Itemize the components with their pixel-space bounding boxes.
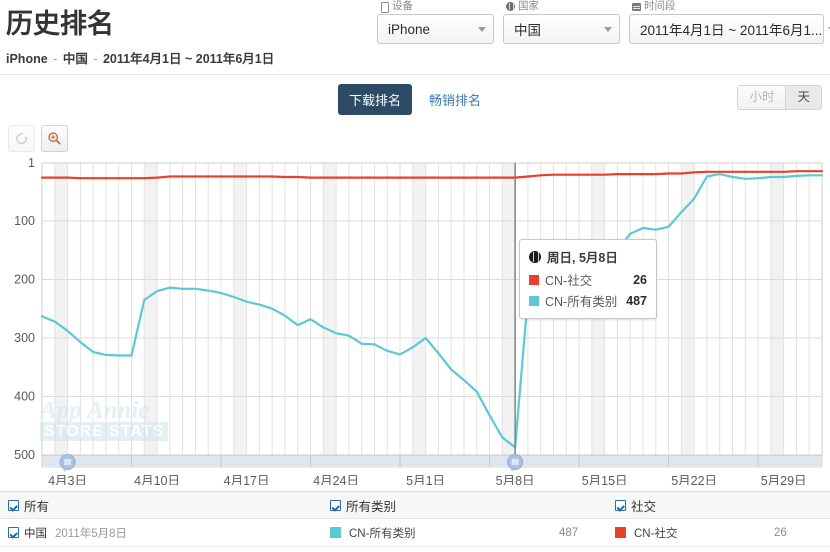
device-select-value: iPhone <box>388 22 430 37</box>
reset-zoom-button[interactable] <box>8 125 35 152</box>
date-range-filter-label: 时间段 <box>632 0 824 12</box>
globe-icon <box>506 2 515 11</box>
subtitle-device: iPhone <box>6 52 48 66</box>
svg-text:4月17日: 4月17日 <box>224 474 270 485</box>
legend-group-all-categories[interactable]: 所有类别 <box>330 496 615 515</box>
tooltip-row: CN-社交 26 <box>529 270 647 289</box>
country-select[interactable]: 中国 <box>503 14 620 44</box>
tab-grossing-rank[interactable]: 畅销排名 <box>418 84 492 115</box>
svg-text:4月24日: 4月24日 <box>313 474 359 485</box>
subtitle-country: 中国 <box>63 52 88 66</box>
subtitle-range: 2011年4月1日 ~ 2011年6月1日 <box>103 52 274 66</box>
legend-series-social: CN-社交 26 <box>615 525 830 541</box>
chart-canvas[interactable]: 1 100 200 300 400 500 4月3日 4月10日 4月17日 4月24日 5月1日 5… <box>0 155 830 485</box>
tooltip-date: 周日, 5月8日 <box>547 247 618 266</box>
chart-legend-table: 所有 所有类别 社交 中国 2011年5月8日 CN-所有类别 487 CN-社… <box>0 491 830 547</box>
tooltip-series-value: 487 <box>626 294 647 308</box>
legend-country-cell[interactable]: 中国 2011年5月8日 <box>0 525 330 541</box>
chevron-down-icon <box>478 27 486 32</box>
svg-text:4月3日: 4月3日 <box>48 474 87 485</box>
chart-tabbar: 下载排名 畅销排名 小时 天 <box>0 74 830 120</box>
svg-text:500: 500 <box>14 448 35 462</box>
svg-text:300: 300 <box>14 331 35 345</box>
legend-series-name: CN-社交 <box>634 525 774 541</box>
legend-header-row: 所有 所有类别 社交 <box>0 491 830 519</box>
country-filter: 国家 中国 <box>503 0 620 44</box>
device-select[interactable]: iPhone <box>377 14 494 44</box>
page-subtitle: iPhone - 中国 - 2011年4月1日 ~ 2011年6月1日 <box>6 48 274 67</box>
tooltip-series-name: CN-社交 <box>545 270 633 289</box>
svg-text:1: 1 <box>28 156 35 170</box>
svg-text:5月29日: 5月29日 <box>761 474 807 485</box>
legend-group-all[interactable]: 所有 <box>0 496 330 515</box>
legend-group-all-categories-label: 所有类别 <box>346 496 396 515</box>
svg-text:400: 400 <box>14 389 35 403</box>
filter-controls: 设备 iPhone 国家 中国 时间段 2011年4月1日 ~ <box>377 0 824 44</box>
country-select-value: 中国 <box>514 19 541 39</box>
tooltip-series-name: CN-所有类别 <box>545 291 626 310</box>
legend-series-name: CN-所有类别 <box>349 525 559 541</box>
checkbox-social[interactable] <box>615 500 626 511</box>
legend-row-date: 2011年5月8日 <box>55 525 127 541</box>
rank-type-tabs: 下载排名 畅销排名 <box>338 84 492 115</box>
svg-text:5月8日: 5月8日 <box>496 474 535 485</box>
legend-country-name: 中国 <box>24 525 47 541</box>
page-header: 历史排名 iPhone - 中国 - 2011年4月1日 ~ 2011年6月1日… <box>0 0 830 74</box>
rank-history-chart[interactable]: 1 100 200 300 400 500 4月3日 4月10日 4月17日 4月24日 5月1日 5… <box>0 155 830 485</box>
subtitle-sep-2: - <box>91 52 99 66</box>
series-color-swatch <box>615 527 626 538</box>
country-label-text: 国家 <box>518 0 539 12</box>
svg-text:5月22日: 5月22日 <box>671 474 717 485</box>
svg-text:5月15日: 5月15日 <box>582 474 628 485</box>
date-range-label-text: 时间段 <box>644 0 676 12</box>
subtitle-sep-1: - <box>51 52 59 66</box>
chart-toolbar <box>8 125 68 152</box>
tab-download-rank[interactable]: 下载排名 <box>338 84 412 115</box>
svg-text:200: 200 <box>14 272 35 286</box>
zoom-in-button[interactable] <box>41 125 68 152</box>
svg-text:4月10日: 4月10日 <box>134 474 180 485</box>
date-range-select-value: 2011年4月1日 ~ 2011年6月1... <box>640 19 822 39</box>
globe-icon <box>529 251 541 263</box>
checkbox-all-categories[interactable] <box>330 500 341 511</box>
legend-data-row: 中国 2011年5月8日 CN-所有类别 487 CN-社交 26 <box>0 519 830 547</box>
chart-tooltip: 周日, 5月8日 CN-社交 26 CN-所有类别 487 <box>519 239 657 319</box>
series-color-swatch <box>330 527 341 538</box>
magnifier-plus-icon <box>47 131 62 146</box>
page-title: 历史排名 <box>6 2 114 41</box>
granularity-toggle: 小时 天 <box>737 85 822 110</box>
date-range-filter: 时间段 2011年4月1日 ~ 2011年6月1... <box>629 0 824 44</box>
date-range-select[interactable]: 2011年4月1日 ~ 2011年6月1... <box>629 14 824 44</box>
legend-series-value: 26 <box>774 527 830 539</box>
legend-series-all-categories: CN-所有类别 487 <box>330 525 615 541</box>
country-filter-label: 国家 <box>506 0 620 12</box>
undo-icon <box>14 131 29 146</box>
series-color-swatch <box>529 296 539 306</box>
legend-group-social[interactable]: 社交 <box>615 496 830 515</box>
legend-group-social-label: 社交 <box>631 496 656 515</box>
granularity-hour-button[interactable]: 小时 <box>737 85 786 110</box>
calendar-icon <box>632 2 641 11</box>
tooltip-row: CN-所有类别 487 <box>529 291 647 310</box>
chevron-down-icon <box>604 27 612 32</box>
svg-text:5月1日: 5月1日 <box>406 474 445 485</box>
legend-series-value: 487 <box>559 527 615 539</box>
device-filter: 设备 iPhone <box>377 0 494 44</box>
tooltip-header: 周日, 5月8日 <box>529 247 647 266</box>
svg-text:100: 100 <box>14 214 35 228</box>
granularity-day-button[interactable]: 天 <box>786 85 822 110</box>
checkbox-country-china[interactable] <box>8 527 19 538</box>
series-color-swatch <box>529 275 539 285</box>
device-label-text: 设备 <box>392 0 413 12</box>
device-filter-label: 设备 <box>380 0 494 12</box>
checkbox-all[interactable] <box>8 500 19 511</box>
tooltip-series-value: 26 <box>633 273 647 287</box>
legend-group-all-label: 所有 <box>24 496 49 515</box>
device-icon <box>380 2 389 11</box>
